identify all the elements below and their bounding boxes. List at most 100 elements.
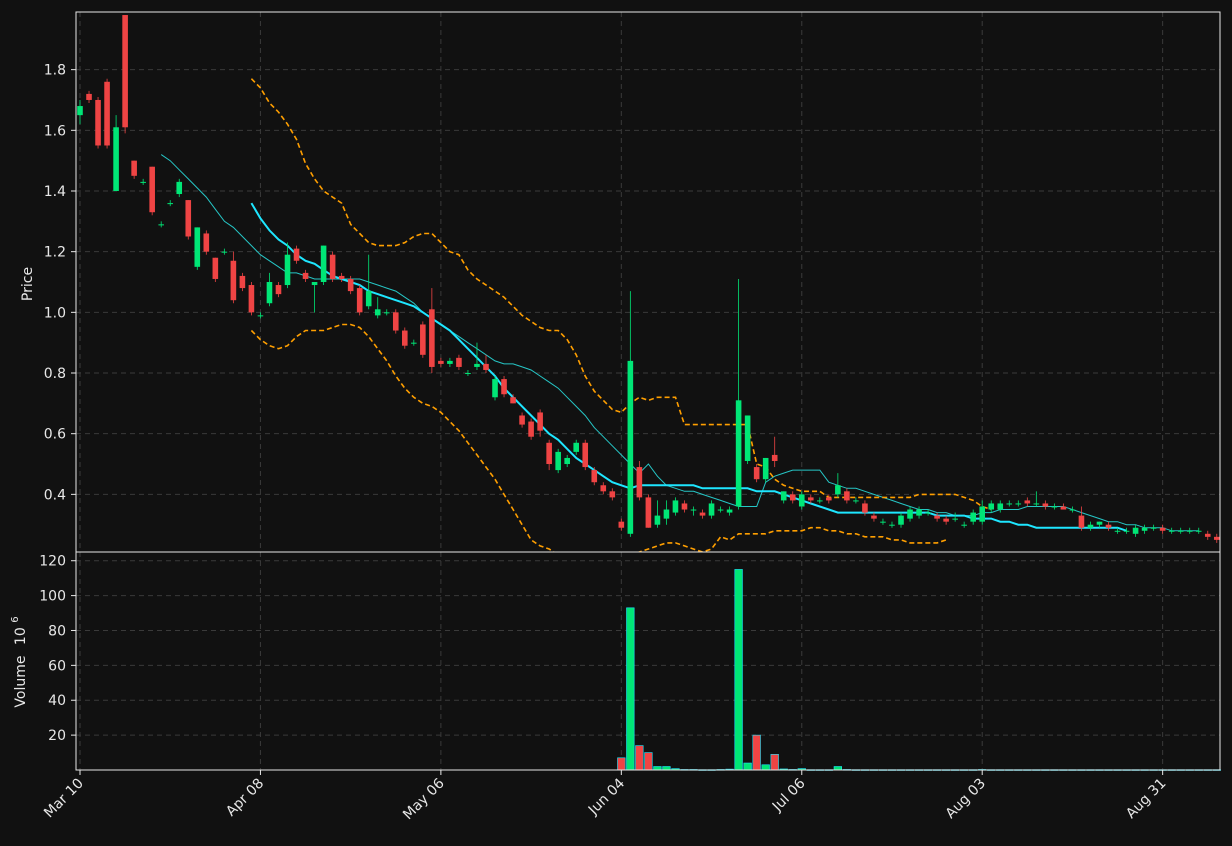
candle-body (672, 500, 679, 513)
candle-body (564, 457, 570, 465)
candle-body (826, 497, 832, 501)
volume-bar (617, 757, 626, 771)
candle-body (618, 521, 625, 528)
candle-body (113, 127, 119, 191)
price-y-tick-label: 0.4 (44, 487, 66, 503)
candle-body (510, 397, 516, 404)
candle-body (789, 494, 796, 501)
candle-body (465, 373, 471, 375)
volume-y-tick-label: 120 (39, 554, 66, 570)
candle-body (492, 379, 498, 398)
candle-body (654, 515, 661, 525)
candle-body (1015, 503, 1022, 505)
candle-body (1186, 530, 1193, 532)
candle-body (681, 503, 688, 510)
candle-body (474, 363, 480, 367)
candle-body (997, 503, 1004, 510)
candle-body (753, 467, 760, 480)
candle-body (726, 509, 733, 513)
candle-body (1150, 527, 1157, 529)
candle-body (528, 421, 534, 437)
candle-body (239, 275, 246, 289)
candle-body (609, 491, 616, 498)
volume-bar (653, 766, 662, 771)
candle-body (835, 485, 841, 495)
x-axis: Mar 10 Apr 08 May 06 Jun 04 Jul 06 Aug 03 Aug … (41, 770, 1169, 823)
price-y-tick-label: 1.2 (44, 245, 66, 261)
candle-body (961, 524, 967, 526)
candle-body (1042, 503, 1049, 507)
candle-body (889, 524, 895, 526)
volume-y-tick-label: 100 (39, 589, 66, 605)
candle-body (447, 360, 453, 364)
candle-body (302, 272, 309, 279)
candle-body (338, 275, 345, 279)
candle-body (221, 251, 228, 253)
candle-body (573, 442, 580, 452)
x-tick-label: Aug 03 (943, 776, 989, 822)
candle-body (970, 512, 976, 522)
candle-body (717, 509, 724, 511)
candle-body (1033, 503, 1040, 505)
candle-body (438, 360, 444, 364)
candle-body (844, 491, 850, 501)
candle-body (1105, 524, 1112, 528)
x-tick-label: Apr 08 (223, 776, 267, 820)
candle-body (952, 518, 958, 520)
candle-body (663, 509, 670, 519)
candle-body (284, 254, 291, 286)
candle-body (1141, 527, 1148, 531)
candle-body (230, 260, 237, 301)
volume-y-axis-label-base: 10 (13, 627, 29, 645)
volume-y-axis-label-exponent: 6 (10, 616, 21, 622)
candle-body (329, 254, 336, 279)
x-tick-label: Mar 10 (41, 776, 87, 822)
x-tick-label: Jul 06 (769, 775, 809, 815)
candle-body (907, 509, 913, 519)
volume-bar (626, 607, 635, 771)
candle-body (1159, 527, 1166, 531)
candle-body (392, 312, 399, 331)
candle-body (420, 324, 426, 355)
candle-body (203, 233, 210, 252)
candle-body (853, 500, 859, 502)
volume-bar (743, 762, 752, 771)
candle-body (537, 412, 543, 431)
candle-body (1060, 506, 1067, 510)
candle-body (979, 506, 986, 522)
candle-body (627, 360, 634, 534)
volume-grid (76, 552, 1220, 770)
volume-y-ticks: 20 40 60 80 100 120 (39, 554, 76, 744)
candle-body (429, 309, 435, 367)
candle-body (86, 93, 92, 100)
candle-body (1123, 530, 1130, 532)
candle-body (636, 467, 643, 498)
volume-bar (734, 569, 743, 771)
candle-body (988, 503, 995, 510)
volume-bar (752, 734, 761, 771)
candle-body (708, 503, 715, 516)
candle-body (194, 227, 201, 267)
candle-body (916, 509, 922, 516)
candle-body (311, 282, 318, 286)
chart-canvas: 0.4 0.6 0.8 1.0 1.2 1.4 1.6 1.8 Price 20 40 60 80 1… (10, 11, 1221, 823)
chart-figure: 0.4 0.6 0.8 1.0 1.2 1.4 1.6 1.8 Price 20 40 60 80 1… (0, 0, 1232, 842)
candle-body (600, 485, 607, 492)
volume-bar (833, 766, 842, 771)
candle-body (347, 278, 354, 292)
candle-body (645, 497, 652, 528)
candle-body (582, 442, 589, 468)
candle-body (898, 515, 904, 525)
overlay-line-2 (250, 202, 1127, 532)
candle-body (483, 363, 489, 370)
price-panel: 0.4 0.6 0.8 1.0 1.2 1.4 1.6 1.8 Price (20, 11, 1221, 553)
candle-body (185, 200, 192, 237)
candle-body (266, 282, 273, 304)
candle-body (1087, 524, 1094, 528)
price-y-ticks: 0.4 0.6 0.8 1.0 1.2 1.4 1.6 1.8 (44, 63, 76, 503)
candle-body (943, 518, 949, 522)
volume-frame (75, 551, 1221, 771)
volume-y-tick-label: 40 (48, 693, 66, 709)
candle-body (77, 106, 83, 116)
candle-body (1213, 536, 1220, 540)
